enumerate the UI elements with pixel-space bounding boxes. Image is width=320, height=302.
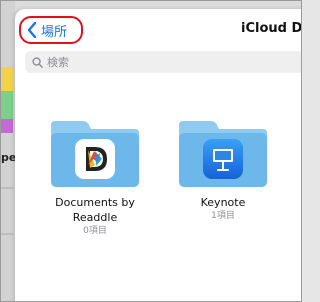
folder-icon [177, 117, 269, 189]
file-browser-sheet: 場所 iCloud D 検索 Documents by Readdle 0項目 … [15, 9, 302, 301]
item-count: 1項目 [211, 211, 235, 221]
tag-green [1, 91, 13, 119]
keynote-app-icon [203, 139, 243, 179]
search-input[interactable] [47, 55, 287, 69]
chevron-left-icon [27, 22, 37, 38]
documents-app-icon [75, 139, 115, 179]
underlying-app: pe [1, 1, 16, 301]
item-title: Keynote [200, 196, 246, 209]
tag-yellow [1, 67, 13, 91]
item-title: Documents by Readdle [35, 195, 155, 225]
folder-icon [49, 117, 141, 189]
item-title-line: Documents by [55, 196, 135, 209]
page-title: iCloud D [241, 21, 302, 36]
divider [1, 187, 13, 189]
tag-purple [1, 119, 13, 133]
search-field[interactable] [25, 51, 301, 73]
item-count: 0項目 [83, 226, 107, 236]
item-title-line: Readdle [72, 211, 118, 224]
back-label: 場所 [41, 24, 68, 40]
folder-item-keynote[interactable]: Keynote 1項目 [163, 117, 283, 223]
divider [1, 233, 13, 235]
folder-item-documents[interactable]: Documents by Readdle 0項目 [35, 117, 155, 238]
navigation-bar: 場所 iCloud D [15, 9, 302, 47]
search-icon [32, 56, 43, 68]
screenshot-frame: pe 場所 iCloud D 検索 Documents by Readdle 0… [0, 0, 302, 302]
back-button[interactable]: 場所 [27, 19, 67, 41]
